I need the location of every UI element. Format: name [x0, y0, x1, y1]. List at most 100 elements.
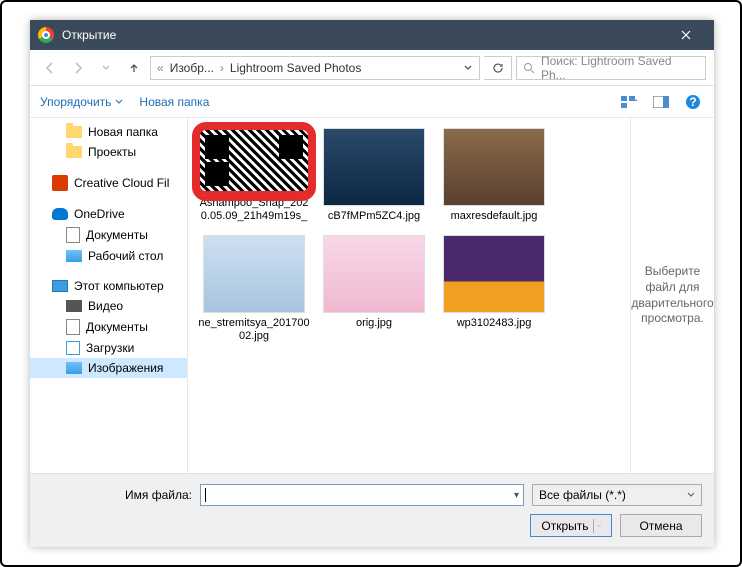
file-item[interactable]: wp3102483.jpg: [438, 235, 550, 343]
chevron-down-icon: [463, 63, 473, 73]
doc-icon: [66, 227, 80, 243]
tree-item-8[interactable]: Документы: [30, 316, 187, 338]
search-placeholder: Поиск: Lightroom Saved Ph...: [541, 54, 699, 82]
preview-pane-button[interactable]: [650, 93, 672, 111]
file-thumbnail: [323, 128, 425, 206]
tree-item-2[interactable]: Creative Cloud Fil: [30, 172, 187, 194]
content-area: Ashampoo_Snap_2020.05.09_21h49m19s_023_.…: [188, 118, 714, 473]
dialog-footer: Имя файла: Все файлы (*.*) Открыть Отмен…: [30, 473, 714, 547]
filename-label: Имя файла:: [42, 488, 192, 502]
help-icon: ?: [685, 94, 701, 110]
search-icon: [523, 62, 535, 74]
file-name: Ashampoo_Snap_2020.05.09_21h49m19s_023_.…: [198, 197, 310, 224]
grid-icon: [620, 95, 638, 109]
crumb-root-icon: «: [157, 61, 164, 75]
toolbar: Упорядочить Новая папка ?: [30, 86, 714, 118]
tree-item-5[interactable]: Рабочий стол: [30, 246, 187, 266]
file-item[interactable]: cB7fMPm5ZC4.jpg: [318, 128, 430, 223]
file-grid[interactable]: Ashampoo_Snap_2020.05.09_21h49m19s_023_.…: [188, 118, 630, 473]
file-type-filter[interactable]: Все файлы (*.*): [532, 484, 702, 506]
arrow-left-icon: [43, 61, 57, 75]
chevron-down-icon: [101, 63, 111, 73]
chrome-icon: [38, 27, 54, 43]
folder-tree[interactable]: Новая папка Проекты Creative Cloud Fil OneD…: [30, 118, 188, 473]
tree-item-label: Загрузки: [86, 341, 134, 355]
forward-button[interactable]: [66, 56, 90, 80]
arrow-right-icon: [71, 61, 85, 75]
address-dropdown[interactable]: [463, 63, 473, 73]
refresh-button[interactable]: [484, 56, 512, 80]
close-button[interactable]: [666, 20, 706, 50]
view-mode-button[interactable]: [618, 93, 640, 111]
breadcrumb-2[interactable]: Lightroom Saved Photos: [230, 61, 361, 75]
tree-item-9[interactable]: Загрузки: [30, 338, 187, 358]
recent-dropdown[interactable]: [94, 56, 118, 80]
tree-item-label: OneDrive: [74, 207, 125, 221]
file-item[interactable]: orig.jpg: [318, 235, 430, 343]
tree-item-label: Документы: [86, 228, 148, 242]
tree-item-label: Проекты: [88, 145, 136, 159]
file-item[interactable]: Ashampoo_Snap_2020.05.09_21h49m19s_023_.…: [198, 128, 310, 223]
doc-icon: [66, 319, 80, 335]
up-button[interactable]: [122, 56, 146, 80]
img-icon: [66, 362, 82, 374]
folder-icon: [66, 126, 82, 138]
chevron-down-icon: [687, 491, 695, 499]
file-thumbnail: [323, 235, 425, 313]
open-button[interactable]: Открыть: [530, 514, 612, 537]
dl-icon: [66, 341, 80, 355]
chevron-down-icon: [115, 98, 123, 106]
od-icon: [52, 208, 68, 220]
chevron-down-icon: [593, 519, 601, 533]
preview-pane-icon: [653, 96, 669, 108]
cancel-button[interactable]: Отмена: [620, 514, 702, 537]
file-name: cB7fMPm5ZC4.jpg: [328, 210, 420, 223]
nav-row: « Изобр... › Lightroom Saved Photos Поис…: [30, 50, 714, 86]
pc-icon: [52, 280, 68, 292]
help-button[interactable]: ?: [682, 93, 704, 111]
tree-item-label: Creative Cloud Fil: [74, 176, 169, 190]
file-name: wp3102483.jpg: [457, 317, 532, 330]
tree-item-4[interactable]: Документы: [30, 224, 187, 246]
tree-item-label: Рабочий стол: [88, 249, 163, 263]
file-item[interactable]: maxresdefault.jpg: [438, 128, 550, 223]
tree-item-label: Документы: [86, 320, 148, 334]
tree-item-label: Видео: [88, 299, 123, 313]
new-folder-button[interactable]: Новая папка: [139, 95, 209, 109]
img-icon: [66, 250, 82, 262]
arrow-up-icon: [127, 61, 141, 75]
file-thumbnail: [443, 128, 545, 206]
breadcrumb-1[interactable]: Изобр...: [170, 61, 214, 75]
search-input[interactable]: Поиск: Lightroom Saved Ph...: [516, 56, 706, 80]
titlebar: Открытие: [30, 20, 714, 50]
tree-item-6[interactable]: Этот компьютер: [30, 276, 187, 296]
open-file-dialog: Открытие « Изобр... › Lightroom Saved Ph…: [30, 20, 714, 547]
window-title: Открытие: [62, 28, 666, 42]
tree-item-1[interactable]: Проекты: [30, 142, 187, 162]
tree-item-7[interactable]: Видео: [30, 296, 187, 316]
tree-item-label: Изображения: [88, 361, 163, 375]
close-icon: [681, 30, 691, 40]
dialog-body: Новая папка Проекты Creative Cloud Fil OneD…: [30, 118, 714, 473]
tree-item-label: Новая папка: [88, 125, 158, 139]
tree-item-label: Этот компьютер: [74, 279, 164, 293]
tree-item-10[interactable]: Изображения: [30, 358, 187, 378]
address-bar[interactable]: « Изобр... › Lightroom Saved Photos: [150, 56, 480, 80]
file-thumbnail: [198, 128, 310, 193]
file-name: orig.jpg: [356, 317, 392, 330]
svg-text:?: ?: [689, 95, 696, 109]
cc-icon: [52, 175, 68, 191]
tree-item-0[interactable]: Новая папка: [30, 122, 187, 142]
back-button[interactable]: [38, 56, 62, 80]
file-thumbnail: [443, 235, 545, 313]
tree-item-3[interactable]: OneDrive: [30, 204, 187, 224]
file-item[interactable]: ne_stremitsya_20170002.jpg: [198, 235, 310, 343]
filename-input[interactable]: [200, 484, 524, 506]
text-cursor: [205, 488, 206, 502]
folder-icon: [66, 146, 82, 158]
refresh-icon: [492, 62, 504, 74]
file-thumbnail: [203, 235, 305, 313]
chevron-right-icon: ›: [220, 61, 224, 75]
file-name: maxresdefault.jpg: [451, 210, 538, 223]
organize-menu[interactable]: Упорядочить: [40, 95, 123, 109]
